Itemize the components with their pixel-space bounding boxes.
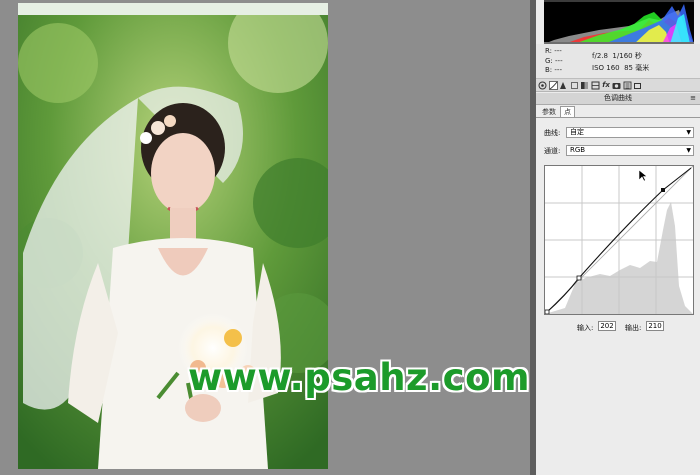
tone-curve-graph[interactable]	[544, 165, 694, 315]
channel-select-value: RGB	[570, 146, 586, 154]
input-field[interactable]: 202	[598, 321, 616, 331]
chevron-down-icon: ▼	[686, 129, 691, 136]
presets-icon[interactable]	[623, 81, 632, 90]
curve-select-value: 自定	[570, 128, 584, 136]
r-value: ---	[554, 47, 562, 55]
tab-parametric[interactable]: 参数	[539, 107, 559, 117]
curve-label: 曲线:	[544, 129, 561, 137]
chevron-down-icon: ▼	[686, 147, 691, 154]
bride-photo	[18, 3, 328, 469]
output-field[interactable]: 210	[646, 321, 664, 331]
detail-icon[interactable]	[559, 81, 568, 90]
snapshots-icon[interactable]	[633, 81, 642, 90]
iso: ISO 160	[592, 64, 620, 72]
input-label: 输入:	[577, 324, 594, 332]
curve-select[interactable]: 自定 ▼	[566, 127, 694, 138]
tab-point[interactable]: 点	[560, 106, 575, 117]
histogram	[544, 0, 694, 44]
curve-tabs: 参数 点	[536, 105, 700, 118]
split-toning-icon[interactable]	[580, 81, 589, 90]
g-label: G:	[545, 56, 553, 65]
aperture: f/2.8	[592, 52, 608, 60]
panel-tool-strip: fx	[536, 79, 700, 92]
basic-icon[interactable]	[538, 81, 547, 90]
fx-icon[interactable]: fx	[602, 81, 611, 90]
panel-title: 色调曲线 ≡	[536, 93, 700, 105]
adjustment-panel: R: --- G: --- B: --- f/2.8 1/160 秒 ISO 1…	[536, 0, 700, 475]
r-label: R:	[545, 47, 553, 55]
shutter: 1/160 秒	[612, 52, 642, 60]
output-label: 输出:	[625, 324, 642, 332]
b-value: ---	[554, 66, 562, 74]
panel-title-text: 色调曲线	[604, 94, 632, 102]
canvas-area[interactable]: www.psahz.com	[0, 0, 530, 475]
channel-select[interactable]: RGB ▼	[566, 145, 694, 156]
hsl-icon[interactable]	[570, 81, 579, 90]
panel-menu-icon[interactable]: ≡	[690, 93, 696, 104]
watermark-text: www.psahz.com	[188, 356, 531, 399]
channel-label: 通道:	[544, 147, 561, 155]
g-value: ---	[555, 56, 563, 65]
pixel-info: R: --- G: --- B: --- f/2.8 1/160 秒 ISO 1…	[536, 44, 700, 79]
b-label: B:	[545, 66, 553, 74]
camera-calibration-icon[interactable]	[612, 81, 621, 90]
mouse-cursor-icon	[638, 167, 648, 186]
lens-icon[interactable]	[591, 81, 600, 90]
tone-curve-icon[interactable]	[548, 80, 558, 90]
focal-length: 85 毫米	[624, 64, 650, 72]
